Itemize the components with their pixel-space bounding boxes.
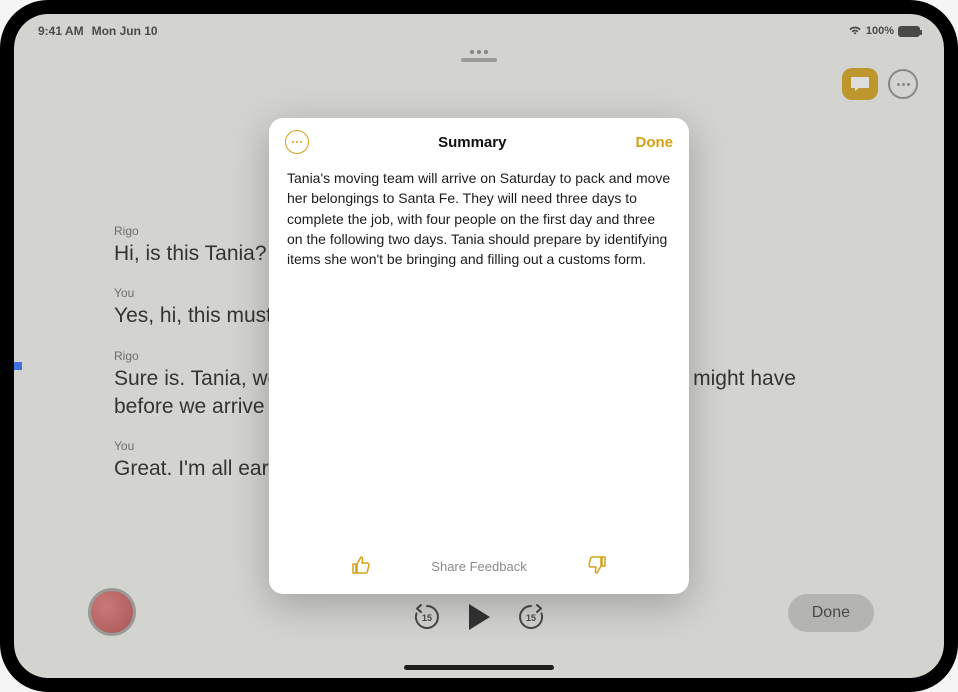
status-time: 9:41 AM: [38, 24, 84, 38]
thumbs-up-button[interactable]: [351, 555, 371, 578]
modal-title: Summary: [438, 134, 506, 151]
status-date: Mon Jun 10: [92, 24, 158, 38]
more-options-button[interactable]: [888, 69, 918, 99]
svg-text:15: 15: [422, 613, 432, 623]
modal-done-button[interactable]: Done: [636, 134, 674, 151]
skip-forward-15-button[interactable]: 15: [516, 602, 546, 632]
summary-modal: Summary Done Tania's moving team will ar…: [269, 118, 689, 594]
wifi-icon: [848, 24, 862, 38]
summary-text: Tania's moving team will arrive on Satur…: [269, 164, 689, 543]
svg-text:15: 15: [526, 613, 536, 623]
done-button[interactable]: Done: [788, 594, 874, 632]
thumbs-down-button[interactable]: [587, 555, 607, 578]
battery-percent: 100%: [866, 25, 894, 37]
multitask-handle[interactable]: [461, 50, 497, 62]
status-bar: 9:41 AM Mon Jun 10 100%: [14, 22, 944, 40]
battery-icon: [898, 26, 920, 37]
share-feedback-label: Share Feedback: [431, 559, 526, 574]
multitask-indicator: [14, 362, 22, 370]
play-button[interactable]: [466, 602, 492, 632]
home-indicator[interactable]: [404, 665, 554, 670]
transcript-toggle-button[interactable]: [842, 68, 878, 100]
modal-more-button[interactable]: [285, 130, 309, 154]
record-button[interactable]: [88, 588, 136, 636]
skip-back-15-button[interactable]: 15: [412, 602, 442, 632]
